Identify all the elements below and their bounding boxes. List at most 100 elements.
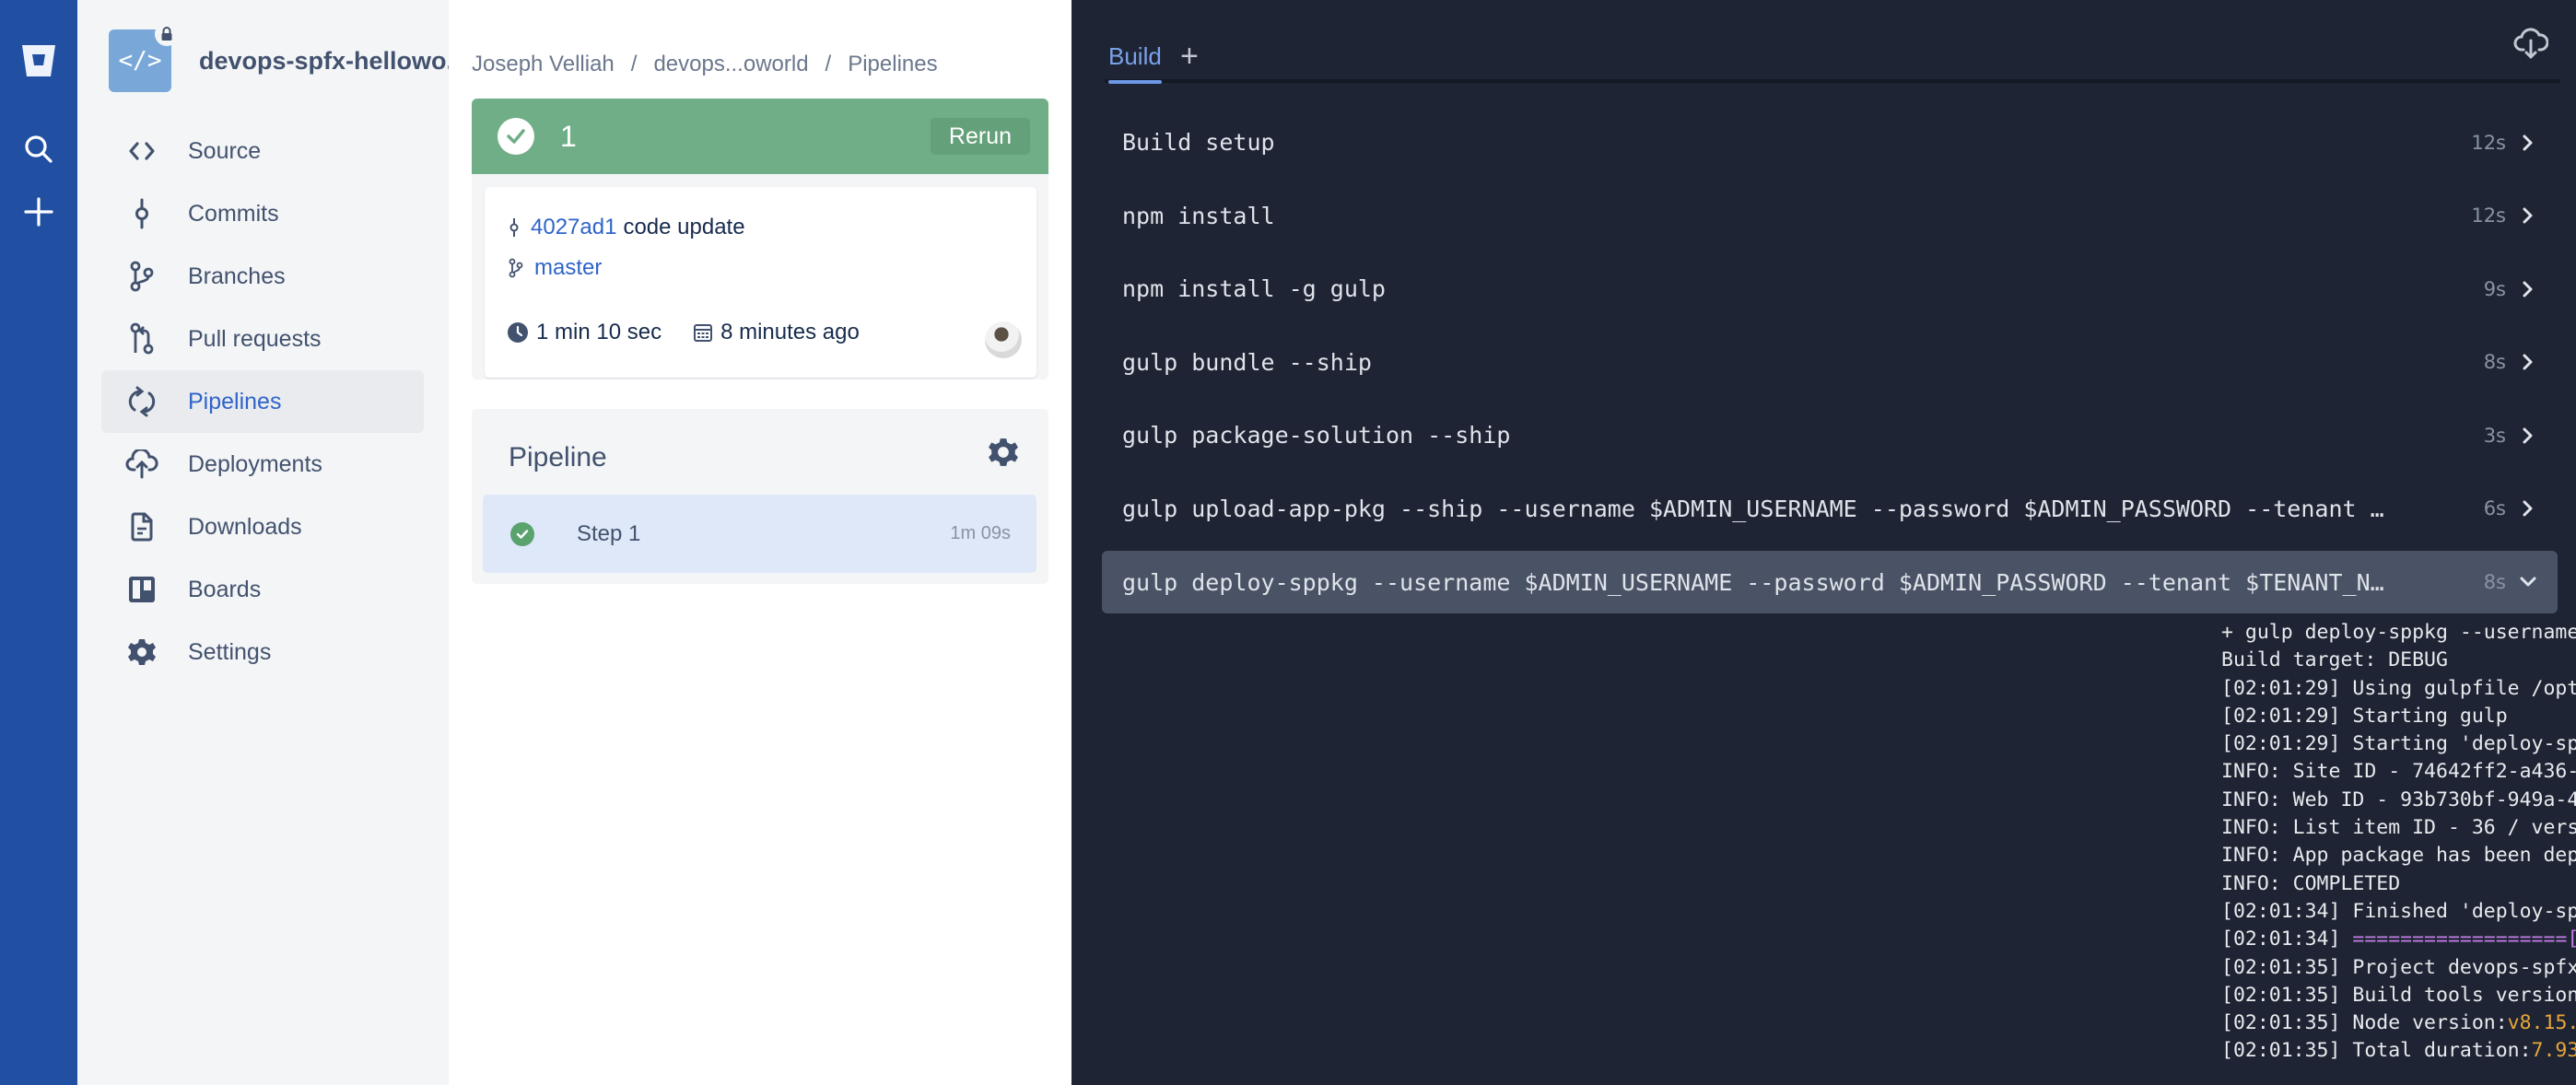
sidebar-item-label: Settings [188, 638, 272, 665]
command-row[interactable]: gulp package-solution --ship 3s [1102, 399, 2558, 472]
sidebar-item-label: Branches [188, 262, 286, 289]
branches-icon [116, 261, 168, 292]
lock-icon [155, 22, 179, 46]
gear-icon[interactable] [988, 437, 1019, 472]
sidebar-item-label: Boards [188, 576, 262, 602]
sidebar-item-label: Source [188, 137, 262, 164]
log-line: [02:01:35] Total duration:7.93 s [2221, 1037, 2576, 1065]
sidebar-item-boards[interactable]: Boards [101, 558, 424, 621]
log-text: Build target: DEBUG [2221, 648, 2448, 672]
log-line: [02:01:34] ==================[ Finished … [2221, 926, 2576, 953]
log-highlight: ==================[ Finished ]==========… [2352, 928, 2576, 951]
branch-link[interactable]: master [534, 255, 602, 281]
log-text: INFO: App package has been deployed [2221, 844, 2576, 868]
duration: 1 min 10 sec [507, 320, 662, 345]
sidebar-item-pipelines[interactable]: Pipelines [101, 370, 424, 433]
sidebar-nav: Source Commits Branches Pull requests Pi… [101, 120, 424, 683]
commit-icon [509, 217, 520, 238]
repo-header[interactable]: </> devops-spfx-hellowo... [109, 22, 467, 92]
command-row[interactable]: npm install -g gulp 9s [1102, 252, 2558, 326]
breadcrumb-separator: / [630, 52, 638, 76]
commit-info: 4027ad1 code update master 1 min 10 sec … [485, 187, 1036, 378]
command-row[interactable]: gulp upload-app-pkg --ship --username $A… [1102, 472, 2558, 546]
time-ago-text: 8 minutes ago [720, 320, 860, 344]
result-status-header: 1 Rerun [472, 99, 1048, 174]
log-text: [02:01:29] Starting 'deploy-sppkg'... [2221, 732, 2576, 756]
pipeline-title: Pipeline [509, 442, 607, 472]
log-text: INFO: Web ID - 93b730bf-949a-4415-8711-b… [2221, 788, 2576, 811]
breadcrumb-item-user[interactable]: Joseph Velliah [472, 52, 615, 77]
commit-hash-link[interactable]: 4027ad1 [531, 215, 616, 240]
chevron-down-icon [2517, 571, 2539, 593]
commits-icon [116, 198, 168, 229]
log-line: INFO: App package has been deployed [2221, 842, 2576, 869]
log-text: [02:01:34] Finished 'deploy-sppkg' after… [2221, 899, 2576, 923]
sidebar-item-source[interactable]: Source [101, 120, 424, 182]
download-log-icon[interactable] [2513, 28, 2549, 65]
log-line: INFO: Site ID - 74642ff2-a436-4930-8c1a-… [2221, 758, 2576, 786]
log-output: + gulp deploy-sppkg --username $ADMIN_US… [2221, 619, 2576, 1066]
sidebar-item-commits[interactable]: Commits [101, 182, 424, 245]
log-line: [02:01:35] Node version:v8.15.1 [2221, 1009, 2576, 1037]
sidebar-item-downloads[interactable]: Downloads [101, 496, 424, 558]
deployments-icon [116, 449, 168, 479]
pipeline-number: 1 [560, 119, 577, 153]
bitbucket-logo-icon[interactable] [0, 37, 77, 85]
log-line: Build target: DEBUG [2221, 647, 2576, 674]
log-line: INFO: COMPLETED [2221, 870, 2576, 898]
command-text: npm install [1122, 202, 1275, 229]
command-row[interactable]: Build setup 12s [1102, 106, 2558, 180]
command-row[interactable]: gulp bundle --ship 8s [1102, 326, 2558, 400]
pipeline-result-card: 1 Rerun 4027ad1 code update master 1 min… [472, 99, 1048, 379]
sidebar-item-branches[interactable]: Branches [101, 245, 424, 308]
code-icon: </> [118, 47, 162, 75]
sidebar-item-label: Pipelines [188, 388, 282, 414]
settings-icon [116, 637, 168, 667]
command-duration: 3s [2483, 424, 2506, 447]
tab-build[interactable]: Build [1108, 42, 1162, 84]
breadcrumb: Joseph Velliah / devops...oworld / Pipel… [472, 52, 938, 77]
command-text: gulp bundle --ship [1122, 348, 1372, 376]
log-line: [02:01:29] Starting 'deploy-sppkg'... [2221, 730, 2576, 758]
chevron-right-icon [2517, 204, 2539, 227]
create-icon[interactable] [0, 192, 77, 232]
chevron-right-icon [2517, 351, 2539, 373]
rerun-button[interactable]: Rerun [930, 118, 1030, 155]
command-duration: 8s [2483, 571, 2506, 593]
log-text: [02:01:35] Node version: [2221, 1011, 2508, 1035]
breadcrumb-item-repo[interactable]: devops...oworld [653, 52, 808, 77]
command-row-expanded[interactable]: gulp deploy-sppkg --username $ADMIN_USER… [1102, 551, 2558, 613]
chevron-right-icon [2517, 132, 2539, 154]
search-icon[interactable] [0, 129, 77, 169]
sidebar-item-settings[interactable]: Settings [101, 621, 424, 683]
log-text: [02:01:35] Project devops-spfx-helloworl… [2221, 955, 2576, 979]
pipeline-section: Pipeline Step 1 1m 09s [472, 409, 1048, 584]
command-text: npm install -g gulp [1122, 275, 1386, 303]
step-row[interactable]: Step 1 1m 09s [483, 495, 1036, 573]
author-avatar[interactable] [985, 321, 1022, 358]
command-text: Build setup [1122, 129, 1275, 157]
sidebar-item-pull-requests[interactable]: Pull requests [101, 308, 424, 370]
log-text: [02:01:35] Total duration: [2221, 1039, 2532, 1063]
log-text: INFO: List item ID - 36 / version - 7 [2221, 816, 2576, 840]
log-line: [02:01:35] Build tools version:3.9.7 [2221, 982, 2576, 1009]
command-duration: 12s [2471, 204, 2506, 228]
command-row[interactable]: npm install 12s [1102, 180, 2558, 253]
calendar-icon [694, 324, 713, 342]
branch-line: master [509, 255, 602, 281]
breadcrumb-item-pipelines[interactable]: Pipelines [848, 52, 937, 77]
breadcrumb-separator: / [825, 52, 832, 76]
repo-avatar: </> [109, 22, 179, 92]
command-duration: 12s [2471, 131, 2506, 154]
add-tab-button[interactable]: + [1180, 39, 1199, 75]
project-sidebar: </> devops-spfx-hellowo... Source Commit… [77, 0, 467, 1085]
sidebar-item-deployments[interactable]: Deployments [101, 433, 424, 496]
chevron-right-icon [2517, 278, 2539, 300]
downloads-icon [116, 512, 168, 542]
build-log-panel: Build + Build setup 12s npm install 12s … [1071, 0, 2576, 1085]
success-check-icon [498, 118, 534, 155]
sidebar-item-label: Deployments [188, 450, 322, 477]
command-duration: 9s [2483, 277, 2506, 300]
pipelines-icon [116, 386, 168, 417]
log-line: INFO: Web ID - 93b730bf-949a-4415-8711-b… [2221, 787, 2576, 814]
